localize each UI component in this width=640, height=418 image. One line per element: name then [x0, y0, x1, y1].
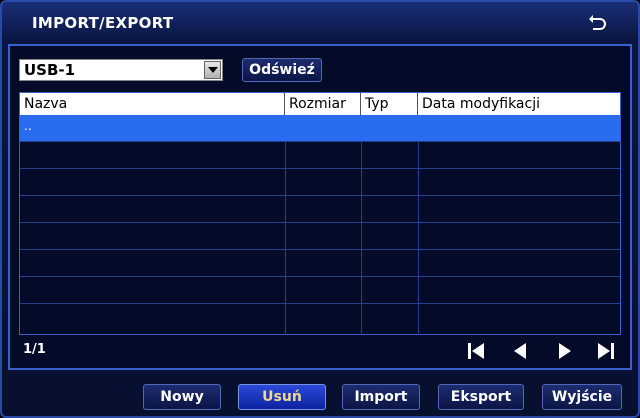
import-button[interactable]: Import [342, 384, 420, 410]
cell-date [418, 115, 620, 142]
file-table: Nazva Rozmiar Typ Data modyfikacji .. [19, 92, 621, 335]
first-page-icon[interactable] [465, 341, 487, 361]
table-row-empty[interactable] [20, 196, 620, 223]
device-select[interactable]: USB-1 [19, 59, 223, 81]
column-header-date[interactable]: Data modyfikacji [418, 93, 620, 115]
table-row-empty[interactable] [20, 304, 620, 331]
column-header-size[interactable]: Rozmiar [285, 93, 361, 115]
column-header-type[interactable]: Typ [361, 93, 418, 115]
device-select-value: USB-1 [24, 61, 76, 79]
table-header: Nazva Rozmiar Typ Data modyfikacji [20, 93, 620, 115]
table-row[interactable]: .. [20, 115, 620, 142]
delete-button[interactable]: Usuń [238, 384, 326, 410]
dialog-title: IMPORT/EXPORT [32, 14, 174, 32]
file-browser-panel: USB-1 Odświeź Nazva Rozmiar Typ Data mod… [8, 44, 632, 370]
last-page-icon[interactable] [595, 341, 617, 361]
refresh-button[interactable]: Odświeź [242, 58, 322, 82]
table-row-empty[interactable] [20, 250, 620, 277]
table-row-empty[interactable] [20, 169, 620, 196]
back-icon[interactable] [588, 13, 608, 33]
new-button[interactable]: Nowy [143, 384, 221, 410]
column-header-name[interactable]: Nazva [20, 93, 285, 115]
table-row-empty[interactable] [20, 142, 620, 169]
cell-size [285, 115, 361, 142]
page-indicator: 1/1 [23, 342, 46, 357]
table-row-empty[interactable] [20, 277, 620, 304]
import-export-dialog: IMPORT/EXPORT USB-1 Odświeź Nazva Rozmia… [0, 0, 640, 418]
prev-page-icon[interactable] [509, 341, 531, 361]
pagination-bar: 1/1 [19, 338, 621, 364]
table-row-empty[interactable] [20, 223, 620, 250]
chevron-down-icon[interactable] [204, 61, 221, 79]
export-button[interactable]: Eksport [438, 384, 524, 410]
cell-name: .. [24, 119, 32, 133]
next-page-icon[interactable] [554, 341, 576, 361]
exit-button[interactable]: Wyjście [542, 384, 622, 410]
cell-type [361, 115, 418, 142]
